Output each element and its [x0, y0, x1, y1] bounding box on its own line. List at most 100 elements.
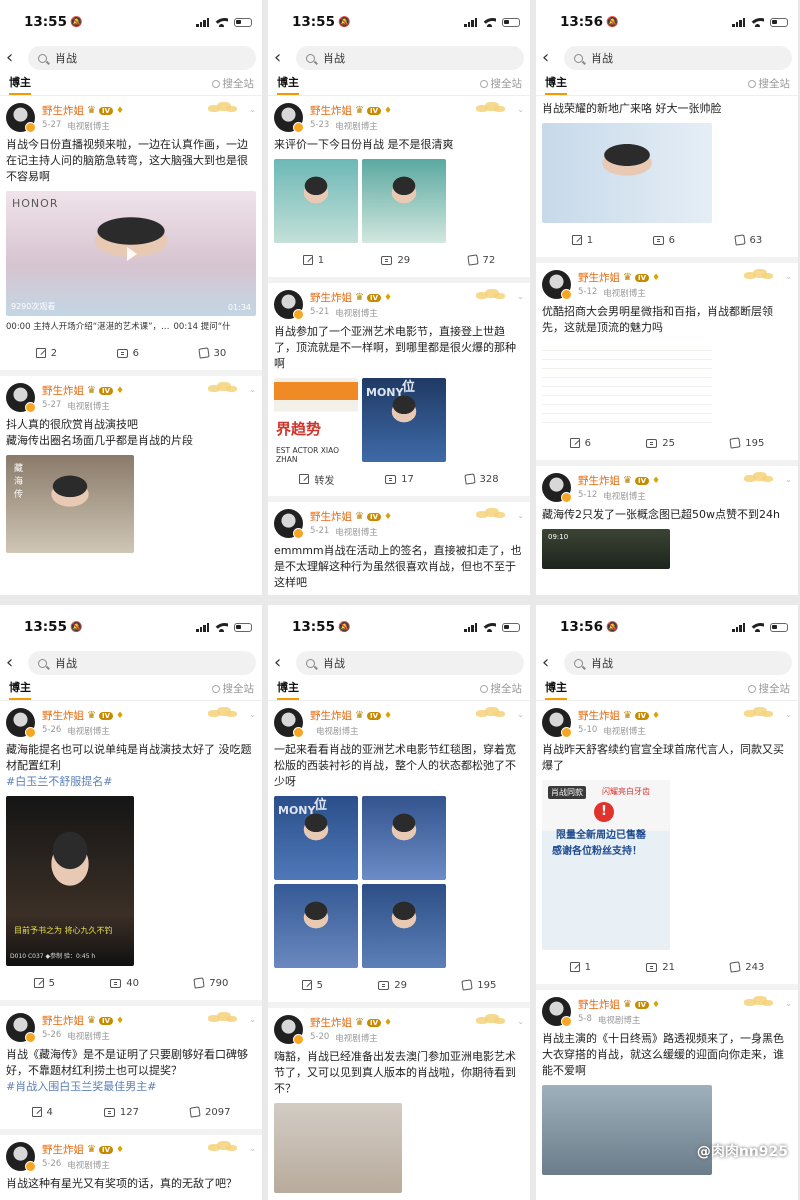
repost-button[interactable]: 1	[569, 962, 591, 973]
repost-button[interactable]: 5	[301, 980, 323, 991]
post-image[interactable]	[542, 123, 712, 223]
chevron-down-icon[interactable]: ⌄	[785, 272, 792, 281]
author-name[interactable]: 野生炸姐	[310, 1015, 352, 1030]
author-name[interactable]: 野生炸姐	[42, 708, 84, 723]
chapter-1[interactable]: 00:00 主持人开场介绍“湛湛的艺术课”，…	[6, 320, 170, 332]
comment-button[interactable]: 40	[110, 978, 139, 989]
avatar[interactable]	[274, 103, 304, 133]
author-name[interactable]: 野生炸姐	[42, 1013, 84, 1028]
back-icon[interactable]: ‹	[274, 49, 288, 67]
search-input[interactable]: 肖战	[564, 651, 792, 675]
video-thumbnail[interactable]: HONOR 9290次观看 01:34	[6, 191, 256, 316]
avatar[interactable]	[274, 290, 304, 320]
avatar[interactable]	[274, 708, 304, 738]
search-all-button[interactable]: 搜全站	[479, 681, 522, 700]
tab-blogger[interactable]: 博主	[9, 74, 31, 95]
hashtag[interactable]: #白玉兰不舒服提名#	[6, 774, 256, 790]
video-chapters[interactable]: 00:00 主持人开场介绍“湛湛的艺术课”，… 00:14 提问“什	[6, 316, 256, 336]
author-name[interactable]: 野生炸姐	[578, 708, 620, 723]
search-input[interactable]: 肖战	[296, 46, 524, 70]
repost-button[interactable]: 4	[31, 1107, 53, 1118]
back-icon[interactable]: ‹	[542, 654, 556, 672]
tab-blogger[interactable]: 博主	[545, 679, 567, 700]
avatar[interactable]	[6, 1013, 36, 1043]
author-name[interactable]: 野生炸姐	[578, 997, 620, 1012]
repost-button[interactable]: 1	[571, 235, 593, 246]
avatar[interactable]	[542, 270, 572, 300]
repost-button[interactable]: 5	[33, 978, 55, 989]
repost-button[interactable]: 2	[35, 348, 57, 359]
data-table-image[interactable]	[542, 342, 712, 426]
avatar[interactable]	[6, 103, 36, 133]
like-button[interactable]: 30	[197, 347, 226, 359]
video-thumbnail[interactable]	[542, 1085, 712, 1175]
back-icon[interactable]: ‹	[542, 49, 556, 67]
like-button[interactable]: 243	[729, 961, 764, 973]
search-all-button[interactable]: 搜全站	[211, 681, 254, 700]
comment-button[interactable]: 21	[646, 962, 675, 973]
post-image[interactable]	[274, 1103, 402, 1193]
chevron-down-icon[interactable]: ⌄	[249, 1144, 256, 1153]
avatar[interactable]	[274, 1015, 304, 1045]
post-image[interactable]	[362, 884, 446, 968]
avatar[interactable]	[6, 383, 36, 413]
search-input[interactable]: 肖战	[296, 651, 524, 675]
comment-button[interactable]: 29	[381, 255, 410, 266]
comment-button[interactable]: 6	[116, 348, 139, 359]
like-button[interactable]: 790	[193, 977, 228, 989]
chevron-down-icon[interactable]: ⌄	[785, 710, 792, 719]
post-image[interactable]	[274, 159, 358, 243]
back-icon[interactable]: ‹	[6, 49, 20, 67]
chevron-down-icon[interactable]: ⌄	[517, 292, 524, 301]
post-image[interactable]: 界趋势 EST ACTOR XIAO ZHAN	[274, 378, 358, 462]
chevron-down-icon[interactable]: ⌄	[517, 1017, 524, 1026]
author-name[interactable]: 野生炸姐	[310, 103, 352, 118]
chevron-down-icon[interactable]: ⌄	[785, 475, 792, 484]
ad-image[interactable]: 肖战同款 闪耀亮白牙齿! 限量全新周边已售罄 感谢各位粉丝支持！	[542, 780, 670, 950]
author-name[interactable]: 野生炸姐	[42, 1142, 84, 1157]
tab-blogger[interactable]: 博主	[277, 74, 299, 95]
author-name[interactable]: 野生炸姐	[310, 290, 352, 305]
like-button[interactable]: 2097	[189, 1106, 230, 1118]
play-icon[interactable]	[127, 246, 137, 261]
like-button[interactable]: 63	[733, 234, 762, 246]
comment-button[interactable]: 29	[378, 980, 407, 991]
avatar[interactable]	[542, 997, 572, 1027]
post-image[interactable]	[274, 884, 358, 968]
repost-button[interactable]: 6	[569, 438, 591, 449]
chevron-down-icon[interactable]: ⌄	[249, 385, 256, 394]
post-image[interactable]: MONY 位	[362, 378, 446, 462]
tab-blogger[interactable]: 博主	[277, 679, 299, 700]
author-name[interactable]: 野生炸姐	[310, 509, 352, 524]
avatar[interactable]	[274, 509, 304, 539]
comment-button[interactable]: 17	[385, 474, 414, 485]
post-image[interactable]: 目前予书之为 将心九久不钓 D010 C037 ◆参制 验：0:45 h	[6, 796, 134, 966]
author-name[interactable]: 野生炸姐	[42, 103, 84, 118]
avatar[interactable]	[542, 708, 572, 738]
chevron-down-icon[interactable]: ⌄	[517, 511, 524, 520]
tab-blogger[interactable]: 博主	[9, 679, 31, 700]
search-input[interactable]: 肖战	[28, 651, 256, 675]
search-input[interactable]: 肖战	[564, 46, 792, 70]
search-all-button[interactable]: 搜全站	[211, 76, 254, 95]
chevron-down-icon[interactable]: ⌄	[785, 999, 792, 1008]
chevron-down-icon[interactable]: ⌄	[517, 710, 524, 719]
search-all-button[interactable]: 搜全站	[747, 76, 790, 95]
tab-blogger[interactable]: 博主	[545, 74, 567, 95]
author-name[interactable]: 野生炸姐	[310, 708, 352, 723]
comment-button[interactable]: 127	[103, 1107, 139, 1118]
author-name[interactable]: 野生炸姐	[578, 270, 620, 285]
post-image[interactable]	[362, 796, 446, 880]
author-name[interactable]: 野生炸姐	[42, 383, 84, 398]
post-image[interactable]: 藏 海 传	[6, 455, 134, 553]
like-button[interactable]: 195	[461, 979, 496, 991]
chapter-2[interactable]: 00:14 提问“什	[174, 320, 231, 332]
search-all-button[interactable]: 搜全站	[479, 76, 522, 95]
search-input[interactable]: 肖战	[28, 46, 256, 70]
hashtag[interactable]: #肖战入围白玉兰奖最佳男主#	[6, 1079, 256, 1095]
post-image[interactable]: 09:10	[542, 529, 670, 569]
post-image[interactable]	[362, 159, 446, 243]
chevron-down-icon[interactable]: ⌄	[249, 105, 256, 114]
avatar[interactable]	[6, 1142, 36, 1172]
back-icon[interactable]: ‹	[6, 654, 20, 672]
